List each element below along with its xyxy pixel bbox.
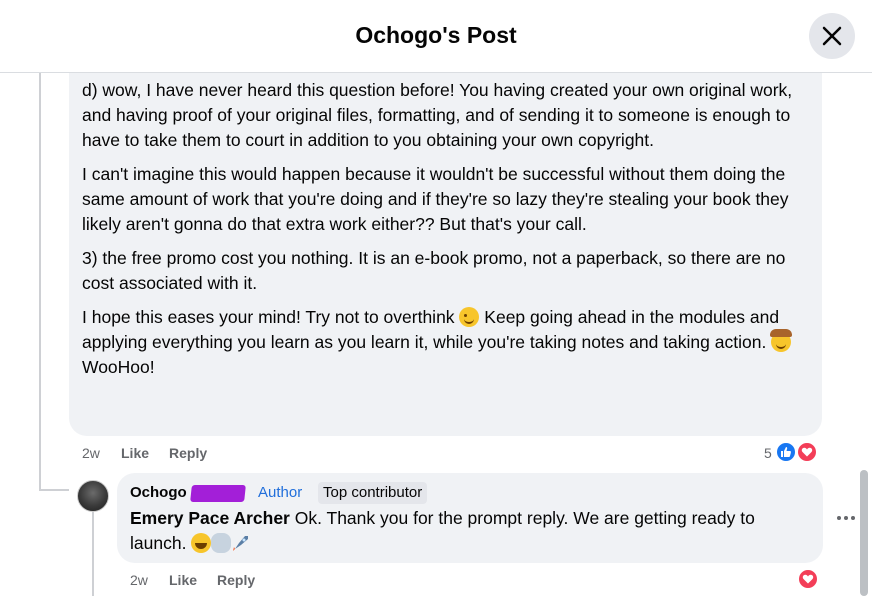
- comment-signoff: WooHoo!: [82, 357, 155, 377]
- dot-icon: [844, 516, 848, 520]
- dot-icon: [851, 516, 855, 520]
- author-badge: Author: [258, 484, 303, 501]
- dialog-title: Ochogo's Post: [355, 22, 517, 48]
- thread-connector: [39, 489, 69, 491]
- close-icon: [822, 26, 842, 46]
- comment-text: d) wow, I have never heard this question…: [82, 78, 812, 380]
- cowboy-emoji-icon: [770, 329, 793, 352]
- heart-icon: [802, 574, 814, 584]
- more-options-button[interactable]: [832, 508, 860, 528]
- dot-icon: [837, 516, 841, 520]
- comment-paragraph: d) wow, I have never heard this question…: [82, 80, 793, 150]
- post-dialog-header: Ochogo's Post: [0, 0, 872, 73]
- reply-button[interactable]: Reply: [169, 445, 207, 461]
- cloud-emoji-icon: [211, 533, 232, 553]
- reply-love-reaction-icon[interactable]: [797, 568, 819, 590]
- heart-icon: [801, 447, 813, 457]
- reply-thread-line: [92, 510, 94, 596]
- thumbs-up-icon: [781, 447, 791, 457]
- love-reaction-icon[interactable]: [796, 441, 818, 463]
- reply-text: Emery Pace Archer Ok. Thank you for the …: [130, 508, 755, 553]
- rocket-emoji-icon: [231, 533, 251, 553]
- reaction-count[interactable]: 5: [764, 445, 772, 461]
- reply-like-button[interactable]: Like: [169, 572, 197, 588]
- redaction-mark: [190, 485, 246, 502]
- comment-timestamp[interactable]: 2w: [82, 445, 100, 461]
- comment-author-name[interactable]: Ochogo: [130, 484, 187, 501]
- grin-emoji-icon: [191, 533, 212, 553]
- thread-line: [39, 73, 41, 491]
- scrollbar-thumb[interactable]: [860, 470, 868, 596]
- comment-paragraph: 3) the free promo cost you nothing. It i…: [82, 248, 786, 293]
- avatar[interactable]: [77, 480, 109, 512]
- like-button[interactable]: Like: [121, 445, 149, 461]
- wink-emoji-icon: [459, 307, 480, 327]
- mention-link[interactable]: Emery Pace Archer: [130, 508, 290, 528]
- like-reaction-icon[interactable]: [775, 441, 797, 463]
- reply-reply-button[interactable]: Reply: [217, 572, 255, 588]
- reply-timestamp[interactable]: 2w: [130, 572, 148, 588]
- comment-paragraph: I can't imagine this would happen becaus…: [82, 164, 789, 234]
- top-contributor-badge: Top contributor: [318, 482, 428, 504]
- close-button[interactable]: [809, 13, 855, 59]
- comment-paragraph: I hope this eases your mind! Try not to …: [82, 305, 812, 355]
